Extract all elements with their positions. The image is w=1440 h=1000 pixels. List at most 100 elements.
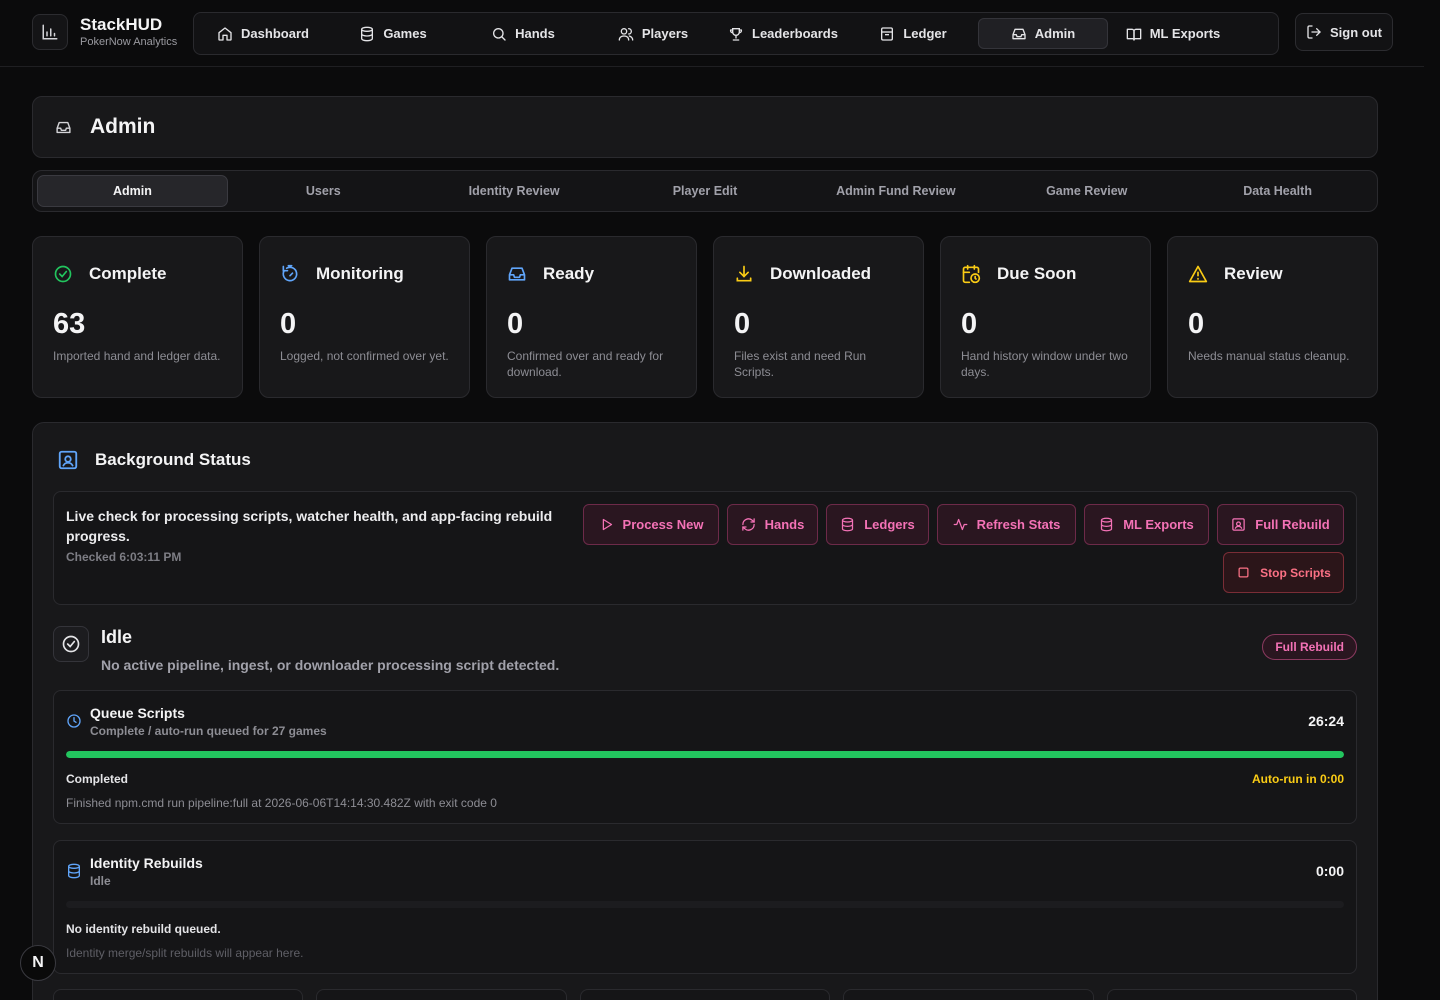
button-label: Full Rebuild [1255, 517, 1330, 532]
status-stats: Complete 63 Imported hand and ledger dat… [32, 236, 1378, 398]
stat-description: Files exist and need Run Scripts. [734, 349, 867, 379]
stat-value: 0 [280, 308, 297, 340]
nav-dashboard[interactable]: Dashboard [198, 18, 328, 49]
checked-timestamp: Checked 6:03:11 PM [66, 550, 182, 564]
job-elapsed: 26:24 [1308, 713, 1344, 729]
ledgers-button[interactable]: Ledgers [826, 504, 929, 545]
queue-scripts-job: Queue Scripts Complete / auto-run queued… [53, 690, 1357, 824]
hands-button[interactable]: Hands [727, 504, 818, 545]
check-circle-icon [53, 626, 89, 662]
database-icon [359, 26, 375, 42]
nav-label: Admin [1034, 26, 1076, 41]
stat-card-ready: Ready 0 Confirmed over and ready for dow… [486, 236, 697, 398]
button-label: Ledgers [864, 517, 915, 532]
full-rebuild-button[interactable]: Full Rebuild [1217, 504, 1344, 545]
main-nav: Dashboard Games Hands Players Leaderboar… [193, 12, 1279, 55]
inbox-icon [507, 264, 527, 284]
tab-player-edit[interactable]: Player Edit [610, 175, 801, 207]
job-log: Finished npm.cmd run pipeline:full at 20… [66, 796, 497, 810]
stop-scripts-button[interactable]: Stop Scripts [1223, 552, 1344, 593]
section-title: Background Status [95, 450, 251, 469]
users-icon [618, 26, 634, 42]
stat-title: Downloaded [770, 264, 872, 283]
process-new-button[interactable]: Process New [583, 504, 719, 545]
stat-description: Hand history window under two days. [961, 349, 1128, 379]
auto-run-timer: Auto-run in 0:00 [1252, 772, 1344, 786]
idle-title: Idle [101, 627, 133, 647]
stat-description: Confirmed over and ready for download. [507, 349, 664, 379]
job-status: No identity rebuild queued. [66, 922, 221, 936]
tab-users[interactable]: Users [228, 175, 419, 207]
nav-label: Hands [515, 26, 555, 41]
button-label: ML Exports [1123, 517, 1194, 532]
button-label: Hands [764, 517, 805, 532]
tab-identity-review[interactable]: Identity Review [419, 175, 610, 207]
stat-value: 0 [1188, 308, 1205, 340]
nav-admin[interactable]: Admin [978, 18, 1108, 49]
search-icon [491, 26, 507, 42]
scrollbar[interactable] [1424, 0, 1440, 1000]
nav-ml-exports[interactable]: ML Exports [1108, 18, 1238, 49]
scan-icon [57, 449, 79, 471]
identity-rebuilds-job: Identity Rebuilds Idle 0:00 No identity … [53, 840, 1357, 974]
refresh-stats-button[interactable]: Refresh Stats [937, 504, 1076, 545]
job-title: Identity Rebuilds [90, 855, 203, 871]
stat-title: Ready [543, 264, 595, 283]
nav-leaderboards[interactable]: Leaderboards [718, 18, 848, 49]
brand[interactable]: StackHUD PokerNow Analytics [32, 14, 177, 50]
dev-tools-button[interactable]: N [20, 945, 56, 981]
stat-title: Complete [89, 264, 167, 283]
nav-hands[interactable]: Hands [458, 18, 588, 49]
sign-out-label: Sign out [1330, 24, 1382, 40]
job-note: Identity merge/split rebuilds will appea… [66, 946, 304, 960]
top-bar: StackHUD PokerNow Analytics Dashboard Ga… [0, 0, 1424, 67]
live-check-text: Live check for processing scripts, watch… [66, 508, 553, 544]
nav-label: Players [641, 26, 689, 41]
stat-card-review: Review 0 Needs manual status cleanup. [1167, 236, 1378, 398]
stat-card-monitoring: Monitoring 0 Logged, not confirmed over … [259, 236, 470, 398]
sign-out-button[interactable]: Sign out [1295, 13, 1393, 51]
nav-games[interactable]: Games [328, 18, 458, 49]
stat-value: 0 [734, 308, 751, 340]
idle-description: No active pipeline, ingest, or downloade… [101, 657, 560, 673]
button-label: Process New [622, 517, 704, 532]
job-card [53, 989, 304, 1000]
stop-icon [1236, 565, 1251, 580]
stat-card-downloaded: Downloaded 0 Files exist and need Run Sc… [713, 236, 924, 398]
database-icon [840, 517, 855, 532]
idle-status: Idle No active pipeline, ingest, or down… [53, 625, 1357, 677]
nav-label: Games [383, 26, 427, 41]
progress-bar [66, 901, 1344, 908]
activity-icon [953, 517, 968, 532]
database-icon [66, 863, 82, 879]
job-elapsed: 0:00 [1315, 863, 1344, 879]
job-subtitle: Idle [90, 874, 111, 888]
stat-description: Logged, not confirmed over yet. [280, 349, 449, 363]
nav-label: Ledger [903, 26, 947, 41]
book-icon [1126, 26, 1142, 42]
inbox-icon [1011, 26, 1027, 42]
tab-game-review[interactable]: Game Review [991, 175, 1182, 207]
log-out-icon [1306, 24, 1322, 40]
stat-title: Due Soon [997, 264, 1077, 283]
button-label: Stop Scripts [1260, 565, 1331, 580]
brand-subtitle: PokerNow Analytics [80, 36, 178, 48]
page-title: Admin [90, 115, 156, 138]
status-badge: Full Rebuild [1262, 634, 1357, 660]
bar-chart-icon [32, 14, 68, 50]
additional-jobs [53, 989, 1358, 1000]
download-icon [734, 264, 754, 284]
stat-value: 0 [507, 308, 524, 340]
ml-exports-button[interactable]: ML Exports [1084, 504, 1209, 545]
home-icon [217, 26, 233, 42]
job-status: Completed [66, 772, 129, 786]
nav-players[interactable]: Players [588, 18, 718, 49]
stat-description: Needs manual status cleanup. [1188, 349, 1350, 363]
nav-label: ML Exports [1149, 26, 1221, 41]
nav-ledger[interactable]: Ledger [848, 18, 978, 49]
tab-admin[interactable]: Admin [37, 175, 228, 207]
scan-icon [1231, 517, 1246, 532]
tab-data-health[interactable]: Data Health [1182, 175, 1373, 207]
refresh-icon [741, 517, 756, 532]
tab-admin-fund-review[interactable]: Admin Fund Review [800, 175, 991, 207]
